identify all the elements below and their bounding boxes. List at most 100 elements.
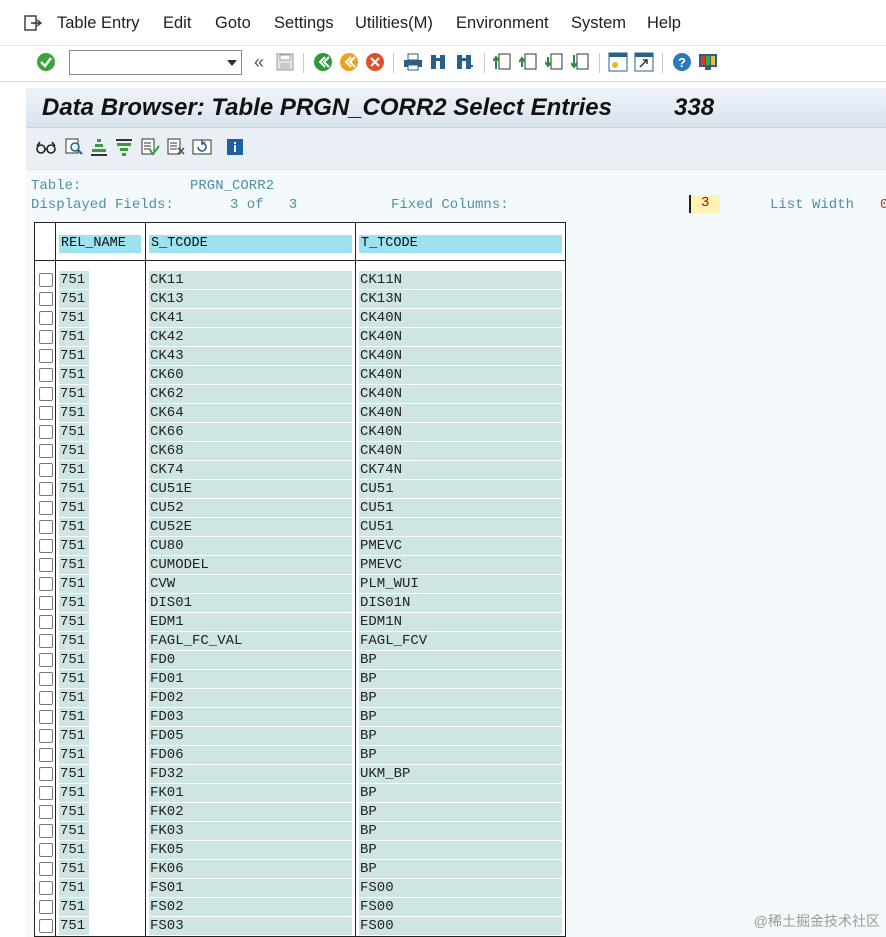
menu-utilities[interactable]: Utilities(M) [355,14,433,33]
cell-rel-name[interactable]: 751 [59,328,89,346]
table-row[interactable]: 751 FK05 BP [35,841,565,860]
cell-rel-name[interactable]: 751 [59,366,89,384]
row-select-checkbox[interactable] [39,330,53,344]
row-select-checkbox[interactable] [39,862,53,876]
chevron-down-icon[interactable] [227,60,237,66]
cell-rel-name[interactable]: 751 [59,442,89,460]
cell-rel-name[interactable]: 751 [59,290,89,308]
row-select-checkbox[interactable] [39,406,53,420]
cell-s-tcode[interactable]: CK60 [149,366,352,384]
table-row[interactable]: 751 FD03 BP [35,708,565,727]
cell-s-tcode[interactable]: CK43 [149,347,352,365]
cell-rel-name[interactable]: 751 [59,271,89,289]
row-select-checkbox[interactable] [39,900,53,914]
cell-t-tcode[interactable]: CK40N [359,442,562,460]
table-row[interactable]: 751 CU51E CU51 [35,480,565,499]
cell-t-tcode[interactable]: CK13N [359,290,562,308]
cell-t-tcode[interactable]: EDM1N [359,613,562,631]
cell-t-tcode[interactable]: BP [359,822,562,840]
row-select-checkbox[interactable] [39,710,53,724]
row-select-checkbox[interactable] [39,539,53,553]
cell-rel-name[interactable]: 751 [59,632,89,650]
cell-s-tcode[interactable]: FD01 [149,670,352,688]
table-row[interactable]: 751 CU80 PMEVC [35,537,565,556]
table-row[interactable]: 751 CK13 CK13N [35,290,565,309]
table-row[interactable]: 751 CK60 CK40N [35,366,565,385]
cell-s-tcode[interactable]: FD05 [149,727,352,745]
cell-t-tcode[interactable]: CU51 [359,480,562,498]
table-row[interactable]: 751 CK62 CK40N [35,385,565,404]
cell-t-tcode[interactable]: BP [359,727,562,745]
cell-t-tcode[interactable]: CK40N [359,328,562,346]
table-row[interactable]: 751 FD06 BP [35,746,565,765]
table-row[interactable]: 751 CK41 CK40N [35,309,565,328]
table-row[interactable]: 751 CK43 CK40N [35,347,565,366]
info-icon[interactable] [225,137,245,157]
sort-descending-icon[interactable] [114,137,134,157]
last-page-icon[interactable] [570,51,592,73]
cell-s-tcode[interactable]: FD02 [149,689,352,707]
cell-rel-name[interactable]: 751 [59,347,89,365]
cell-s-tcode[interactable]: CU52E [149,518,352,536]
cell-rel-name[interactable]: 751 [59,385,89,403]
cell-s-tcode[interactable]: CK11 [149,271,352,289]
first-page-icon[interactable] [492,51,514,73]
previous-page-icon[interactable] [518,51,540,73]
row-select-checkbox[interactable] [39,634,53,648]
cell-s-tcode[interactable]: CK68 [149,442,352,460]
cell-s-tcode[interactable]: CK66 [149,423,352,441]
row-select-checkbox[interactable] [39,368,53,382]
cell-t-tcode[interactable]: PMEVC [359,537,562,555]
next-page-icon[interactable] [544,51,566,73]
enter-icon[interactable] [35,51,57,73]
cell-t-tcode[interactable]: BP [359,746,562,764]
cell-t-tcode[interactable]: CK11N [359,271,562,289]
cell-rel-name[interactable]: 751 [59,689,89,707]
row-select-checkbox[interactable] [39,311,53,325]
row-select-checkbox[interactable] [39,577,53,591]
cell-rel-name[interactable]: 751 [59,556,89,574]
cell-s-tcode[interactable]: CUMODEL [149,556,352,574]
row-select-checkbox[interactable] [39,919,53,933]
column-header-rel-name[interactable]: REL_NAME [59,235,141,253]
table-row[interactable]: 751 CK42 CK40N [35,328,565,347]
table-row[interactable]: 751 FS01 FS00 [35,879,565,898]
cell-t-tcode[interactable]: CK40N [359,423,562,441]
shortcut-icon[interactable] [633,51,655,73]
cell-rel-name[interactable]: 751 [59,860,89,878]
cell-rel-name[interactable]: 751 [59,727,89,745]
table-row[interactable]: 751 FK06 BP [35,860,565,879]
table-row[interactable]: 751 CK68 CK40N [35,442,565,461]
row-select-checkbox[interactable] [39,691,53,705]
cell-s-tcode[interactable]: FK01 [149,784,352,802]
menu-edit[interactable]: Edit [163,14,191,33]
menu-exit-icon[interactable] [24,15,43,31]
cell-t-tcode[interactable]: BP [359,670,562,688]
table-row[interactable]: 751 CVW PLM_WUI [35,575,565,594]
deselect-all-icon[interactable] [166,137,186,157]
cell-rel-name[interactable]: 751 [59,480,89,498]
row-select-checkbox[interactable] [39,349,53,363]
back-icon[interactable] [312,51,334,73]
glasses-icon[interactable] [36,137,56,157]
cell-s-tcode[interactable]: CVW [149,575,352,593]
table-row[interactable]: 751 CK64 CK40N [35,404,565,423]
cell-s-tcode[interactable]: CU51E [149,480,352,498]
cell-rel-name[interactable]: 751 [59,613,89,631]
row-select-checkbox[interactable] [39,501,53,515]
find-next-icon[interactable] [453,51,475,73]
cell-t-tcode[interactable]: BP [359,689,562,707]
check-table-icon[interactable] [64,137,84,157]
cell-s-tcode[interactable]: FS03 [149,917,352,935]
cell-t-tcode[interactable]: BP [359,860,562,878]
table-row[interactable]: 751 FK03 BP [35,822,565,841]
cell-t-tcode[interactable]: BP [359,708,562,726]
row-select-checkbox[interactable] [39,444,53,458]
row-select-checkbox[interactable] [39,387,53,401]
save-icon[interactable] [274,51,296,73]
menu-table-entry[interactable]: Table Entry [57,14,140,33]
cell-s-tcode[interactable]: CK62 [149,385,352,403]
cell-rel-name[interactable]: 751 [59,917,89,935]
cell-t-tcode[interactable]: FAGL_FCV [359,632,562,650]
menu-help[interactable]: Help [647,14,681,33]
